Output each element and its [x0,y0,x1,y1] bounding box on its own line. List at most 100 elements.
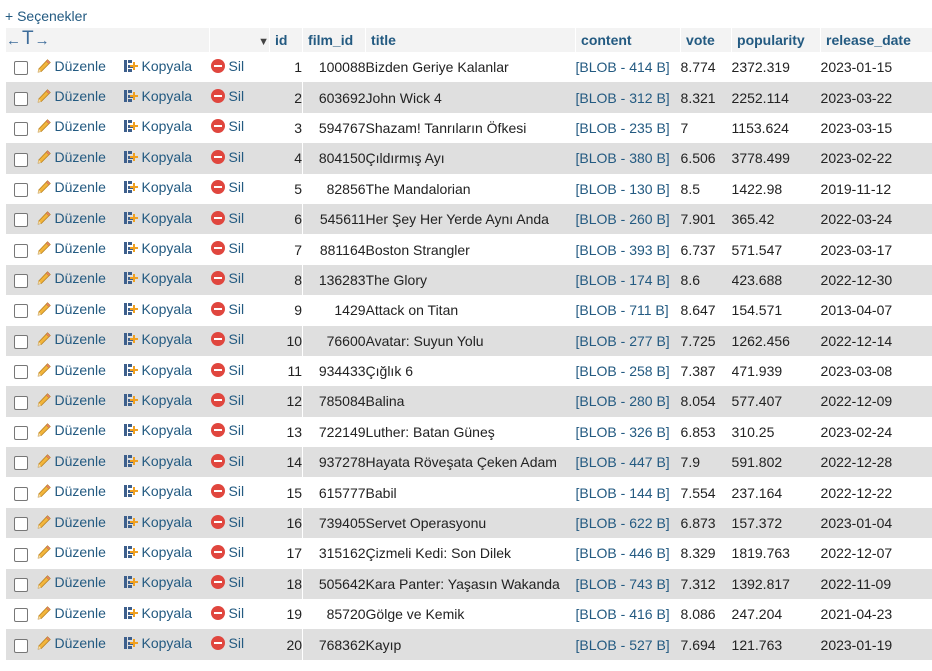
copy-button[interactable]: Kopyala [123,149,192,165]
row-checkbox[interactable] [13,243,28,258]
copy-button[interactable]: Kopyala [123,392,192,408]
row-checkbox[interactable] [13,213,28,228]
edit-button[interactable]: Düzenle [36,605,106,621]
edit-button[interactable]: Düzenle [36,514,106,530]
delete-button[interactable]: Sil [210,605,244,621]
blob-link[interactable]: [BLOB - 380 B] [576,150,670,166]
delete-button[interactable]: Sil [210,118,244,134]
blob-link[interactable]: [BLOB - 622 B] [576,515,670,531]
delete-button[interactable]: Sil [210,179,244,195]
blob-link[interactable]: [BLOB - 326 B] [576,424,670,440]
edit-button[interactable]: Düzenle [36,574,106,590]
edit-button[interactable]: Düzenle [36,422,106,438]
row-checkbox[interactable] [13,182,28,197]
row-checkbox[interactable] [13,61,28,76]
row-checkbox[interactable] [13,274,28,289]
blob-link[interactable]: [BLOB - 743 B] [576,576,670,592]
edit-button[interactable]: Düzenle [36,88,106,104]
copy-button[interactable]: Kopyala [123,301,192,317]
edit-button[interactable]: Düzenle [36,240,106,256]
options-link[interactable]: + Seçenekler [5,8,87,24]
row-checkbox[interactable] [13,91,28,106]
row-checkbox[interactable] [13,608,28,623]
row-checkbox[interactable] [13,577,28,592]
row-checkbox[interactable] [13,426,28,441]
copy-button[interactable]: Kopyala [123,88,192,104]
copy-button[interactable]: Kopyala [123,483,192,499]
delete-button[interactable]: Sil [210,422,244,438]
blob-link[interactable]: [BLOB - 393 B] [576,242,670,258]
copy-button[interactable]: Kopyala [123,270,192,286]
edit-button[interactable]: Düzenle [36,544,106,560]
copy-button[interactable]: Kopyala [123,635,192,651]
column-header-popularity[interactable]: popularity [731,28,821,52]
delete-button[interactable]: Sil [210,483,244,499]
copy-button[interactable]: Kopyala [123,422,192,438]
blob-link[interactable]: [BLOB - 258 B] [576,363,670,379]
blob-link[interactable]: [BLOB - 280 B] [576,393,670,409]
delete-button[interactable]: Sil [210,362,244,378]
edit-button[interactable]: Düzenle [36,331,106,347]
blob-link[interactable]: [BLOB - 277 B] [576,333,670,349]
delete-button[interactable]: Sil [210,240,244,256]
copy-button[interactable]: Kopyala [123,58,192,74]
delete-button[interactable]: Sil [210,574,244,590]
row-checkbox[interactable] [13,547,28,562]
column-arrows[interactable]: ← T → [7,28,50,52]
delete-button[interactable]: Sil [210,635,244,651]
edit-button[interactable]: Düzenle [36,179,106,195]
delete-button[interactable]: Sil [210,453,244,469]
edit-button[interactable]: Düzenle [36,392,106,408]
copy-button[interactable]: Kopyala [123,118,192,134]
copy-button[interactable]: Kopyala [123,453,192,469]
delete-button[interactable]: Sil [210,88,244,104]
copy-button[interactable]: Kopyala [123,331,192,347]
delete-button[interactable]: Sil [210,301,244,317]
blob-link[interactable]: [BLOB - 527 B] [576,637,670,653]
column-header-id[interactable]: id [269,28,303,52]
delete-button[interactable]: Sil [210,514,244,530]
copy-button[interactable]: Kopyala [123,544,192,560]
row-checkbox[interactable] [13,334,28,349]
delete-button[interactable]: Sil [210,58,244,74]
blob-link[interactable]: [BLOB - 416 B] [576,606,670,622]
copy-button[interactable]: Kopyala [123,605,192,621]
blob-link[interactable]: [BLOB - 260 B] [576,211,670,227]
edit-button[interactable]: Düzenle [36,210,106,226]
copy-button[interactable]: Kopyala [123,574,192,590]
sort-dropdown-icon[interactable]: ▼ [258,36,269,48]
blob-link[interactable]: [BLOB - 144 B] [576,485,670,501]
edit-button[interactable]: Düzenle [36,635,106,651]
delete-button[interactable]: Sil [210,544,244,560]
blob-link[interactable]: [BLOB - 174 B] [576,272,670,288]
blob-link[interactable]: [BLOB - 711 B] [576,302,669,318]
blob-link[interactable]: [BLOB - 446 B] [576,545,670,561]
edit-button[interactable]: Düzenle [36,301,106,317]
row-checkbox[interactable] [13,517,28,532]
delete-button[interactable]: Sil [210,149,244,165]
delete-button[interactable]: Sil [210,392,244,408]
row-checkbox[interactable] [13,638,28,653]
column-header-vote[interactable]: vote [680,28,732,52]
edit-button[interactable]: Düzenle [36,149,106,165]
edit-button[interactable]: Düzenle [36,453,106,469]
copy-button[interactable]: Kopyala [123,514,192,530]
edit-button[interactable]: Düzenle [36,270,106,286]
blob-link[interactable]: [BLOB - 235 B] [576,120,670,136]
delete-button[interactable]: Sil [210,331,244,347]
copy-button[interactable]: Kopyala [123,240,192,256]
row-checkbox[interactable] [13,365,28,380]
row-checkbox[interactable] [13,486,28,501]
column-header-title[interactable]: title [365,28,576,52]
edit-button[interactable]: Düzenle [36,362,106,378]
blob-link[interactable]: [BLOB - 447 B] [576,454,670,470]
row-checkbox[interactable] [13,456,28,471]
blob-link[interactable]: [BLOB - 130 B] [576,181,670,197]
blob-link[interactable]: [BLOB - 312 B] [576,90,670,106]
row-checkbox[interactable] [13,304,28,319]
column-header-film-id[interactable]: film_id [302,28,366,52]
delete-button[interactable]: Sil [210,270,244,286]
edit-button[interactable]: Düzenle [36,118,106,134]
edit-button[interactable]: Düzenle [36,483,106,499]
copy-button[interactable]: Kopyala [123,362,192,378]
